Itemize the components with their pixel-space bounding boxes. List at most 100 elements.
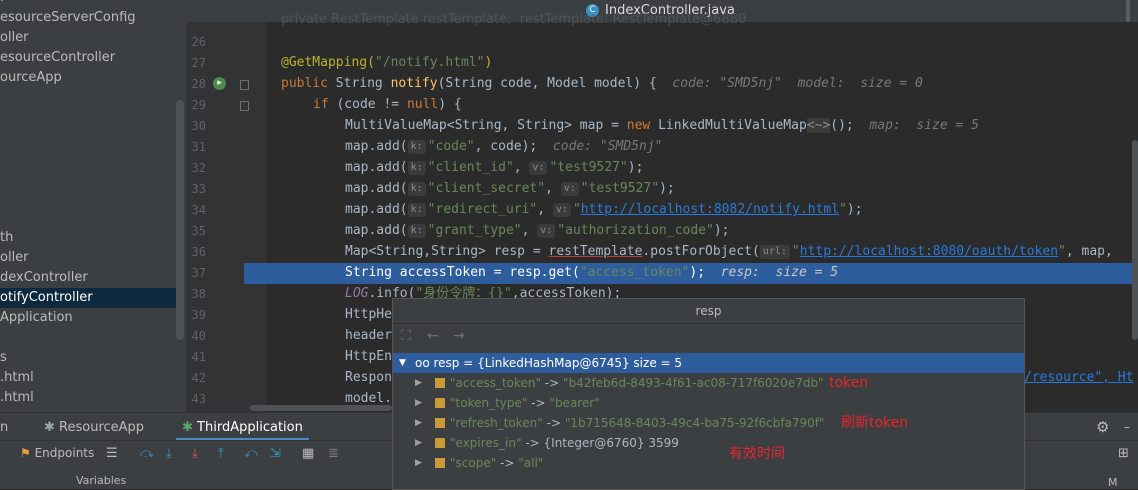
static-field: LOG	[345, 286, 369, 301]
string-literal: "code"	[427, 139, 475, 154]
code-text: map.add(	[345, 223, 408, 238]
sidebar-item[interactable]: l	[0, 0, 176, 8]
entry-key: "token_type"	[450, 396, 528, 410]
tab-run[interactable]: n	[0, 418, 8, 438]
layout-icon[interactable]: ⊞	[1118, 446, 1129, 461]
code-text: model.	[345, 391, 392, 406]
url-link[interactable]: http://localhost:8082/notify.html	[581, 202, 839, 217]
collapse-arrow-icon[interactable]: ▶	[415, 453, 422, 473]
gear-icon[interactable]: ⚙	[1096, 418, 1109, 436]
param-hint: v:	[529, 161, 548, 175]
code-text: Respon	[345, 370, 392, 385]
sidebar-item-selected[interactable]: otifyController	[0, 288, 176, 308]
folded-generic[interactable]: <~>	[806, 118, 831, 133]
param-hint: k:	[407, 161, 426, 175]
url-link[interactable]: http://localhost:8080/oauth/token	[800, 244, 1058, 259]
tab-resource-app[interactable]: ✱ ResourceApp	[44, 418, 144, 438]
param-hint: url:	[759, 245, 790, 259]
evaluate-icon[interactable]: ▦	[302, 446, 314, 461]
map-entry-icon	[435, 418, 445, 428]
line-number: 39	[191, 308, 206, 322]
sidebar-item-label: s	[0, 350, 7, 365]
string-literal: "redirect_uri"	[427, 202, 538, 217]
minimize-icon[interactable]: –	[1124, 420, 1130, 434]
tree-entry[interactable]: ▶ "refresh_token" -> "1b715648-8403-49c4…	[393, 413, 1024, 433]
code-text: .postForObject(	[642, 244, 760, 259]
endpoints-button[interactable]: ⚑ Endpoints	[20, 446, 94, 460]
code-text: ,	[513, 160, 530, 175]
code-text: ,	[521, 223, 538, 238]
step-over-icon[interactable]: ⤼	[140, 446, 154, 461]
string-literal: "authorization_code"	[557, 223, 714, 238]
forward-icon[interactable]: →	[453, 328, 465, 344]
collapse-arrow-icon[interactable]: ▶	[415, 413, 422, 433]
bug-icon: ✱	[44, 420, 55, 435]
entry-value: {Integer@6760} 3599	[543, 436, 679, 450]
code-text: MultiValueMap<String, String> map =	[345, 118, 627, 133]
code-line-30: MultiValueMap<String, String> map = new …	[345, 115, 979, 136]
force-step-into-icon[interactable]: ⤓	[192, 446, 198, 461]
drop-frame-icon[interactable]: ⤺	[244, 446, 258, 461]
back-icon[interactable]: ←	[427, 328, 439, 344]
sidebar-item[interactable]: dexController	[0, 268, 176, 288]
code-text: map.add(	[345, 202, 408, 217]
sidebar-item[interactable]: .html	[0, 388, 176, 408]
param-hint: k:	[407, 224, 426, 238]
step-into-icon[interactable]: ⤓	[166, 446, 172, 461]
sidebar-item[interactable]: oller	[0, 28, 176, 48]
sidebar-item[interactable]: s	[0, 348, 176, 368]
run-gutter-icon[interactable]: ▸	[213, 77, 226, 90]
sidebar-item[interactable]: Application	[0, 308, 176, 328]
debug-value-popup[interactable]: resp ⛶ ← → ▼ oo resp = {LinkedHashMap@67…	[392, 298, 1025, 490]
code-text: LinkedMultiValueMap	[650, 118, 807, 133]
line-number: 37	[191, 266, 206, 280]
endpoints-label: Endpoints	[34, 446, 95, 460]
code-text: );	[627, 160, 644, 175]
sidebar-item[interactable]: oller	[0, 248, 176, 268]
line-number: 40	[191, 329, 206, 343]
tree-entry[interactable]: ▶ "expires_in" -> {Integer@6760} 3599	[393, 433, 1024, 453]
sidebar-item[interactable]: th	[0, 228, 176, 248]
menu-icon[interactable]: ☰	[106, 446, 118, 461]
collapse-arrow-icon[interactable]: ▶	[415, 393, 422, 413]
sidebar-item[interactable]: esourceController	[0, 48, 176, 68]
expand-arrow-icon[interactable]: ▼	[399, 353, 406, 373]
inline-debug-hint: code: "SMD5nj"	[552, 139, 663, 154]
keyword: if	[313, 97, 329, 112]
string-literal: "grant_type"	[427, 223, 522, 238]
string-literal: "client_secret"	[427, 181, 546, 196]
step-out-icon[interactable]: ⤒	[218, 446, 224, 461]
tree-entry[interactable]: ▶ "token_type" -> "bearer"	[393, 393, 1024, 413]
keyword: public	[281, 76, 328, 91]
collapse-arrow-icon[interactable]: ▶	[415, 433, 422, 453]
run-to-cursor-icon[interactable]: ⇲	[270, 446, 281, 461]
sidebar-item-label: esourceController	[0, 50, 116, 65]
sidebar-item[interactable]: esourceServerConfig	[0, 8, 176, 28]
line-number: 41	[191, 350, 206, 364]
sidebar-item[interactable]: .html	[0, 368, 176, 388]
annotation: @GetMapping(	[281, 55, 375, 70]
tree-root-resp[interactable]: ▼ oo resp = {LinkedHashMap@6745} size = …	[393, 353, 1024, 373]
editor-h-scrollbar[interactable]	[250, 405, 392, 411]
tree-entry[interactable]: ▶ "scope" -> "all"	[393, 453, 1024, 473]
trace-icon[interactable]: ≣	[328, 446, 339, 461]
url-link[interactable]: /resource", Ht	[1024, 370, 1134, 385]
fold-icon[interactable]	[240, 101, 249, 111]
map-entry-icon	[435, 378, 445, 388]
entry-arrow: ->	[521, 436, 544, 450]
sidebar-item[interactable]: ourceApp	[0, 68, 176, 88]
endpoints-icon: ⚑	[20, 446, 31, 460]
sidebar-item-label: esourceServerConfig	[0, 10, 136, 25]
hierarchy-icon[interactable]: ⛶	[401, 328, 411, 344]
collapse-arrow-icon[interactable]: ▶	[415, 373, 422, 393]
tab-third-application[interactable]: ✱ ThirdApplication	[176, 418, 309, 441]
fold-icon[interactable]	[240, 80, 249, 90]
tree-entry[interactable]: ▶ "access_token" -> "b42feb6d-8493-4f61-…	[393, 373, 1024, 393]
code-text: HttpEn	[345, 349, 392, 364]
inline-debug-hint: code: "SMD5nj" model: size = 0	[672, 76, 923, 91]
sidebar-scrollbar[interactable]	[176, 100, 184, 340]
editor-v-scrollbar[interactable]	[1132, 140, 1138, 340]
code-line-36: Map<String,String> resp = restTemplate.p…	[345, 241, 1113, 262]
entry-arrow: ->	[527, 396, 550, 410]
code-line-33: map.add(k: "client_secret", v: "test9527")…	[345, 178, 675, 199]
